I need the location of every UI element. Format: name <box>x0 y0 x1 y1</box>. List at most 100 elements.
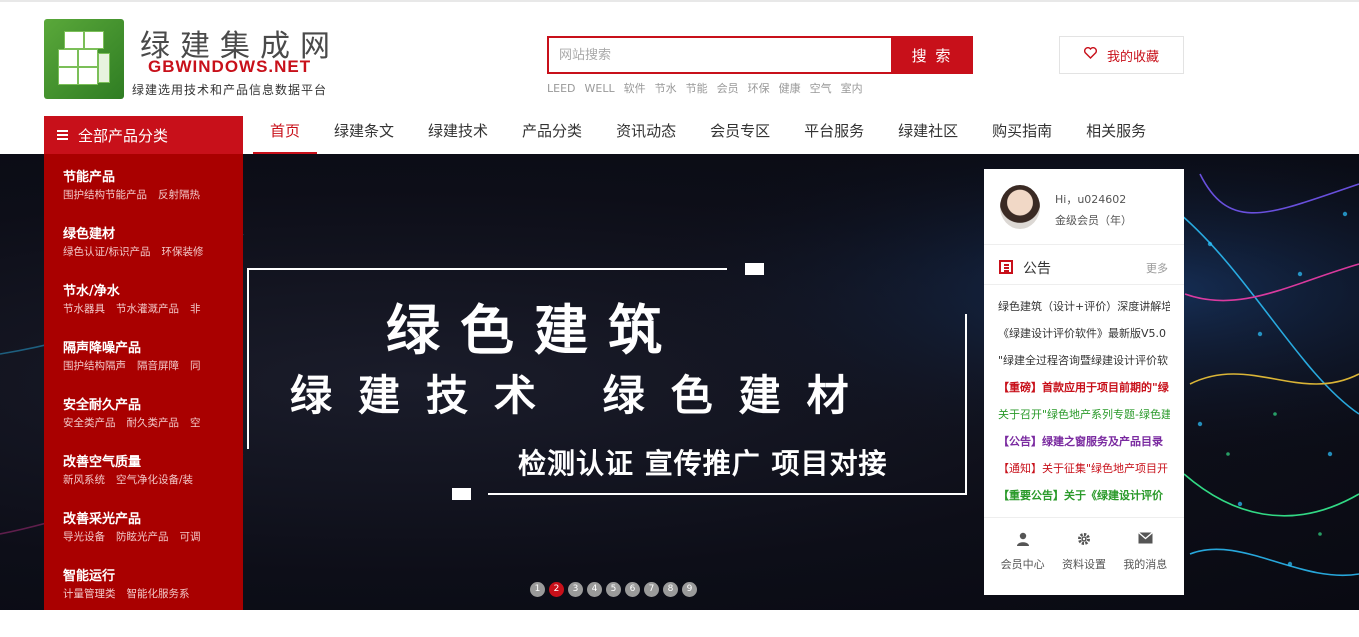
category-title[interactable]: 安全耐久产品 <box>63 394 233 413</box>
nav-news[interactable]: 资讯动态 <box>599 116 693 154</box>
member-sidebar: Hi，u024602 金级会员（年） 公告 更多 绿色建筑（设计+评价）深度讲解… <box>984 169 1184 595</box>
subcategory-link[interactable]: 空气净化设备/装 <box>116 474 193 486</box>
hot-keyword[interactable]: 软件 <box>624 82 646 95</box>
envelope-icon <box>1137 532 1153 548</box>
site-logo[interactable]: 绿建集成网 GBWINDOWS.NET 绿建选用技术和产品信息数据平台 <box>44 19 374 101</box>
cube-logo-icon <box>44 19 124 99</box>
category-item[interactable]: 改善采光产品 导光设备 防眩光产品 可调 <box>63 508 233 544</box>
category-item[interactable]: 隔声降噪产品 围护结构隔声 隔音屏障同 <box>63 337 233 373</box>
notice-item[interactable]: "绿建全过程咨询暨绿建设计评价软 <box>998 347 1170 374</box>
menu-icon <box>57 130 68 140</box>
banner-subheadline: 绿建技术 绿色建材 <box>290 371 875 420</box>
category-title[interactable]: 绿色建材 <box>63 223 233 242</box>
banner-headline: 绿色建筑 <box>386 299 682 362</box>
my-messages-link[interactable]: 我的消息 <box>1123 532 1167 595</box>
subcategory-link[interactable]: 隔音屏障 <box>137 360 179 372</box>
hot-keyword[interactable]: 环保 <box>748 82 770 95</box>
category-title[interactable]: 节水/净水 <box>63 280 233 299</box>
search-button[interactable]: 搜 索 <box>891 36 973 74</box>
subcategory-link[interactable]: 新风系统 <box>63 474 105 486</box>
category-item[interactable]: 节能产品 围护结构节能产品 反射隔热 <box>63 166 233 202</box>
favorites-label: 我的收藏 <box>1106 49 1159 65</box>
subcategory-link[interactable]: 节水灌溉产品 <box>116 303 179 315</box>
category-panel: 节能产品 围护结构节能产品 反射隔热 绿色建材 绿色认证/标识产品 环保装修 节水/… <box>44 154 243 610</box>
subcategory-link[interactable]: 耐久类产品 <box>127 417 180 429</box>
subcategory-link[interactable]: 节水器具 <box>63 303 105 315</box>
notice-item[interactable]: 绿色建筑（设计+评价）深度讲解培 <box>998 293 1170 320</box>
nav-purchase-guide[interactable]: 购买指南 <box>975 116 1069 154</box>
subcategory-link[interactable]: 围护结构节能产品 <box>63 189 147 201</box>
member-center-link[interactable]: 会员中心 <box>1001 532 1045 595</box>
nav-home[interactable]: 首页 <box>253 116 318 154</box>
notice-more-link[interactable]: 更多 <box>1146 260 1168 276</box>
slide-dot[interactable]: 7 <box>644 582 659 597</box>
category-title[interactable]: 隔声降噪产品 <box>63 337 233 356</box>
slide-dot[interactable]: 3 <box>568 582 583 597</box>
slide-dot[interactable]: 8 <box>663 582 678 597</box>
category-item[interactable]: 节水/净水 节水器具 节水灌溉产品非 <box>63 280 233 316</box>
hot-keyword[interactable]: LEED <box>547 82 576 95</box>
subcategory-link[interactable]: 反射隔热 <box>158 189 200 201</box>
subcategory-link[interactable]: 非 <box>190 303 201 315</box>
subcategory-link[interactable]: 围护结构隔声 <box>63 360 126 372</box>
category-title[interactable]: 改善采光产品 <box>63 508 233 527</box>
notice-list-icon <box>999 260 1013 274</box>
subcategory-link[interactable]: 空 <box>190 417 201 429</box>
notice-item[interactable]: 关于召开"绿色地产系列专题-绿色建 <box>998 401 1170 428</box>
subcategory-link[interactable]: 智能化服务系 <box>127 588 190 600</box>
gear-icon <box>1077 532 1091 548</box>
avatar[interactable] <box>1000 185 1040 229</box>
slide-dot[interactable]: 9 <box>682 582 697 597</box>
nav-platform-services[interactable]: 平台服务 <box>787 116 881 154</box>
hot-keyword[interactable]: 节水 <box>655 82 677 95</box>
notice-item[interactable]: 【重要公告】关于《绿建设计评价 <box>998 482 1170 509</box>
user-greeting: Hi，u024602 <box>1055 193 1127 206</box>
hot-keyword[interactable]: 室内 <box>841 82 863 95</box>
logo-tagline: 绿建选用技术和产品信息数据平台 <box>132 83 328 97</box>
category-item[interactable]: 绿色建材 绿色认证/标识产品 环保装修 <box>63 223 233 259</box>
category-title[interactable]: 改善空气质量 <box>63 451 233 470</box>
nav-related-services[interactable]: 相关服务 <box>1069 116 1163 154</box>
hot-keyword[interactable]: WELL <box>585 82 615 95</box>
nav-green-technology[interactable]: 绿建技术 <box>411 116 505 154</box>
subcategory-link[interactable]: 绿色认证/标识产品 <box>63 246 151 258</box>
subcategory-link[interactable]: 导光设备 <box>63 531 105 543</box>
notice-item[interactable]: 【通知】关于征集"绿色地产项目开 <box>998 455 1170 482</box>
all-categories-button[interactable]: 全部产品分类 <box>44 116 243 154</box>
category-item[interactable]: 改善空气质量 新风系统 空气净化设备/装 <box>63 451 233 487</box>
search-input[interactable] <box>547 36 892 74</box>
notice-item[interactable]: 《绿建设计评价软件》最新版V5.0 <box>998 320 1170 347</box>
subcategory-link[interactable]: 同 <box>190 360 201 372</box>
notice-list: 绿色建筑（设计+评价）深度讲解培 《绿建设计评价软件》最新版V5.0 "绿建全过… <box>998 293 1170 509</box>
slide-dot-active[interactable]: 2 <box>549 582 564 597</box>
subcategory-link[interactable]: 计量管理类 <box>63 588 116 600</box>
hot-keyword[interactable]: 健康 <box>779 82 801 95</box>
category-item[interactable]: 安全耐久产品 安全类产品 耐久类产品空 <box>63 394 233 430</box>
subcategory-link[interactable]: 环保装修 <box>162 246 204 258</box>
nav-product-categories[interactable]: 产品分类 <box>505 116 599 154</box>
slide-dot[interactable]: 5 <box>606 582 621 597</box>
category-title[interactable]: 节能产品 <box>63 166 233 185</box>
hot-keywords: LEED WELL 软件 节水 节能 会员 环保 健康 空气 室内 <box>547 80 872 96</box>
nav-green-building-clauses[interactable]: 绿建条文 <box>317 116 411 154</box>
slide-dot[interactable]: 6 <box>625 582 640 597</box>
slide-pagination: 1 2 3 4 5 6 7 8 9 <box>530 582 697 597</box>
subcategory-link[interactable]: 可调 <box>180 531 201 543</box>
category-title[interactable]: 智能运行 <box>63 565 233 584</box>
notice-item[interactable]: 【重磅】首款应用于项目前期的"绿 <box>998 374 1170 401</box>
favorites-button[interactable]: 我的收藏 <box>1059 36 1184 74</box>
hot-keyword[interactable]: 空气 <box>810 82 832 95</box>
main-nav: 首页 绿建条文 绿建技术 产品分类 资讯动态 会员专区 平台服务 绿建社区 购买… <box>253 116 1163 154</box>
category-item[interactable]: 智能运行 计量管理类 智能化服务系 <box>63 565 233 601</box>
hot-keyword[interactable]: 节能 <box>686 82 708 95</box>
nav-member-zone[interactable]: 会员专区 <box>693 116 787 154</box>
slide-dot[interactable]: 1 <box>530 582 545 597</box>
subcategory-link[interactable]: 防眩光产品 <box>116 531 169 543</box>
subcategory-link[interactable]: 安全类产品 <box>63 417 116 429</box>
user-icon <box>1016 532 1029 548</box>
notice-item[interactable]: 【公告】绿建之窗服务及产品目录 <box>998 428 1170 455</box>
slide-dot[interactable]: 4 <box>587 582 602 597</box>
nav-community[interactable]: 绿建社区 <box>881 116 975 154</box>
hot-keyword[interactable]: 会员 <box>717 82 739 95</box>
profile-settings-link[interactable]: 资料设置 <box>1062 532 1106 595</box>
